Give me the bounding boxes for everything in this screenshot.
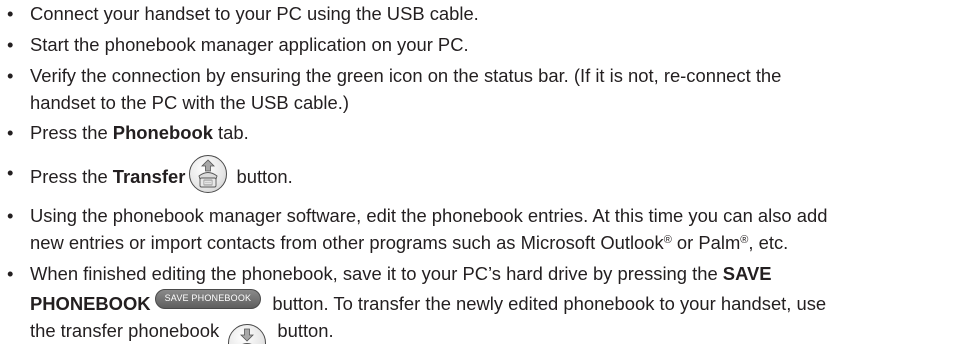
transfer-phonebook-button[interactable]: [228, 322, 268, 344]
step-text: Verify the connection by ensuring the gr…: [30, 62, 968, 116]
save-phonebook-button[interactable]: SAVE PHONEBOOK: [154, 289, 262, 310]
registered-mark: ®: [663, 234, 672, 246]
phone-upload-icon: [198, 159, 218, 188]
step-text: Press the Transfer button.: [30, 155, 968, 197]
step-text-pre: Press the: [30, 122, 113, 143]
phonebook-label: PHONEBOOK: [30, 293, 151, 314]
step-text-line1: Verify the connection by ensuring the gr…: [30, 65, 782, 86]
phone-download-icon: [240, 328, 255, 344]
step-text: Connect your handset to your PC using th…: [30, 3, 479, 24]
step-text: Start the phonebook manager application …: [30, 34, 469, 55]
bullet: •: [7, 122, 14, 143]
step-text-line1: When finished editing the phonebook, sav…: [30, 260, 968, 287]
step-text-line2: new entries or import contacts from othe…: [30, 229, 968, 256]
step-text-post: tab.: [212, 122, 249, 143]
step-text: When finished editing the phonebook, sav…: [30, 260, 968, 344]
save-label: SAVE: [722, 263, 772, 284]
step-text-line2: handset to the PC with the USB cable.): [30, 92, 349, 113]
step-text-line3post: button.: [272, 320, 334, 341]
step-text-line2b: or Palm: [671, 232, 741, 253]
step-text-line1a: When finished editing the phonebook, sav…: [30, 263, 723, 284]
phonebook-tab-label: Phonebook: [112, 122, 213, 143]
bullet: •: [7, 65, 14, 86]
step-text-line2c: , etc.: [748, 232, 789, 253]
bullet: •: [7, 3, 14, 24]
step-text-post: button.: [231, 165, 293, 187]
step-text: Using the phonebook manager software, ed…: [30, 202, 968, 256]
transfer-phonebook-button-face: [228, 324, 267, 344]
transfer-label: Transfer: [112, 165, 186, 187]
bullet: •: [7, 162, 14, 183]
step-text-line1: Using the phonebook manager software, ed…: [30, 205, 828, 226]
step-text-line2: PHONEBOOK SAVE PHONEBOOK button. To trans…: [30, 289, 968, 317]
step-text-line2post: button. To transfer the newly edited pho…: [267, 293, 827, 314]
bullet: •: [7, 34, 14, 55]
step-text-line3pre: the transfer phonebook: [30, 320, 225, 341]
bullet: •: [7, 263, 14, 284]
step-text-line3: the transfer phonebook button.: [30, 317, 968, 344]
step-text-pre: Press the: [30, 165, 113, 187]
transfer-button[interactable]: [189, 155, 228, 193]
step-text: Press the Phonebook tab.: [30, 119, 968, 146]
bullet: •: [7, 205, 14, 226]
step-text-line2a: new entries or import contacts from othe…: [30, 232, 664, 253]
